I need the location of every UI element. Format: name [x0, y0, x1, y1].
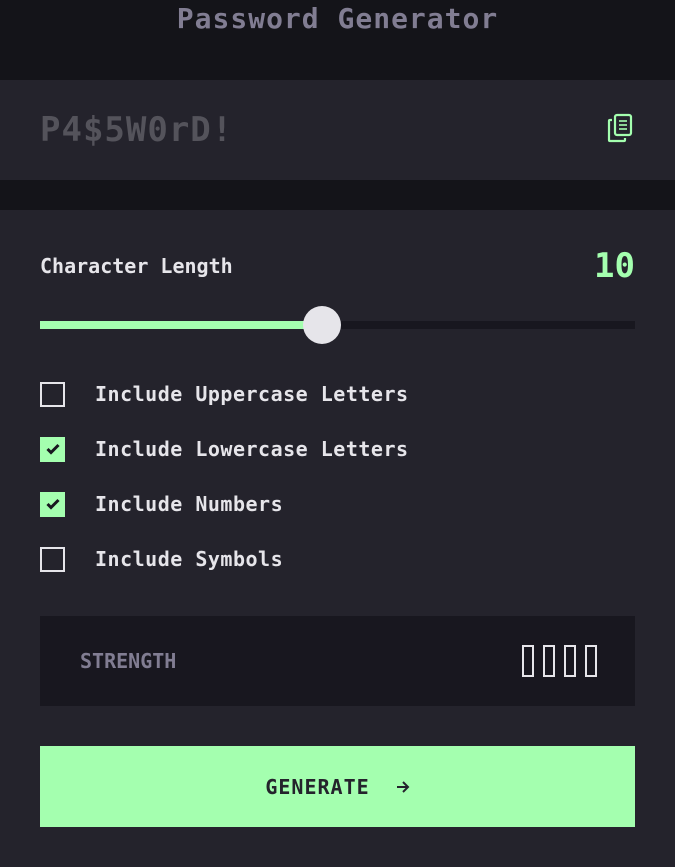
settings-panel: Character Length 10 Include Uppercase Le… — [0, 210, 675, 867]
strength-meter: STRENGTH — [40, 616, 635, 706]
arrow-right-icon — [396, 780, 410, 794]
password-text: P4$5W0rD! — [40, 110, 234, 150]
option-symbols[interactable]: Include Symbols — [40, 545, 409, 573]
checkbox-uppercase[interactable] — [40, 381, 65, 407]
option-label: Include Uppercase Letters — [95, 382, 409, 406]
generate-label: GENERATE — [265, 774, 370, 799]
length-header: Character Length 10 — [40, 246, 635, 286]
generate-button[interactable]: GENERATE — [40, 746, 635, 827]
option-label: Include Symbols — [95, 547, 284, 571]
strength-bar — [564, 645, 576, 677]
length-slider[interactable] — [40, 306, 635, 344]
slider-fill — [40, 321, 322, 329]
slider-thumb[interactable] — [303, 306, 341, 344]
check-icon — [45, 443, 60, 455]
checkbox-symbols[interactable] — [40, 546, 65, 572]
strength-label: STRENGTH — [80, 649, 177, 673]
strength-bar — [585, 645, 597, 677]
option-lowercase[interactable]: Include Lowercase Letters — [40, 435, 409, 463]
password-display: P4$5W0rD! — [0, 80, 675, 180]
option-label: Include Numbers — [95, 492, 284, 516]
option-numbers[interactable]: Include Numbers — [40, 490, 409, 518]
checkbox-lowercase[interactable] — [40, 436, 65, 462]
strength-bars — [522, 645, 597, 677]
options-list: Include Uppercase Letters Include Lowerc… — [40, 380, 409, 600]
check-icon — [45, 498, 60, 510]
length-label: Character Length — [40, 254, 233, 278]
length-value: 10 — [594, 246, 635, 286]
strength-bar — [543, 645, 555, 677]
copy-button[interactable] — [605, 113, 635, 147]
checkbox-numbers[interactable] — [40, 491, 65, 517]
page-title: Password Generator — [176, 2, 499, 35]
strength-bar — [522, 645, 534, 677]
copy-icon — [607, 113, 633, 147]
option-uppercase[interactable]: Include Uppercase Letters — [40, 380, 409, 408]
option-label: Include Lowercase Letters — [95, 437, 409, 461]
